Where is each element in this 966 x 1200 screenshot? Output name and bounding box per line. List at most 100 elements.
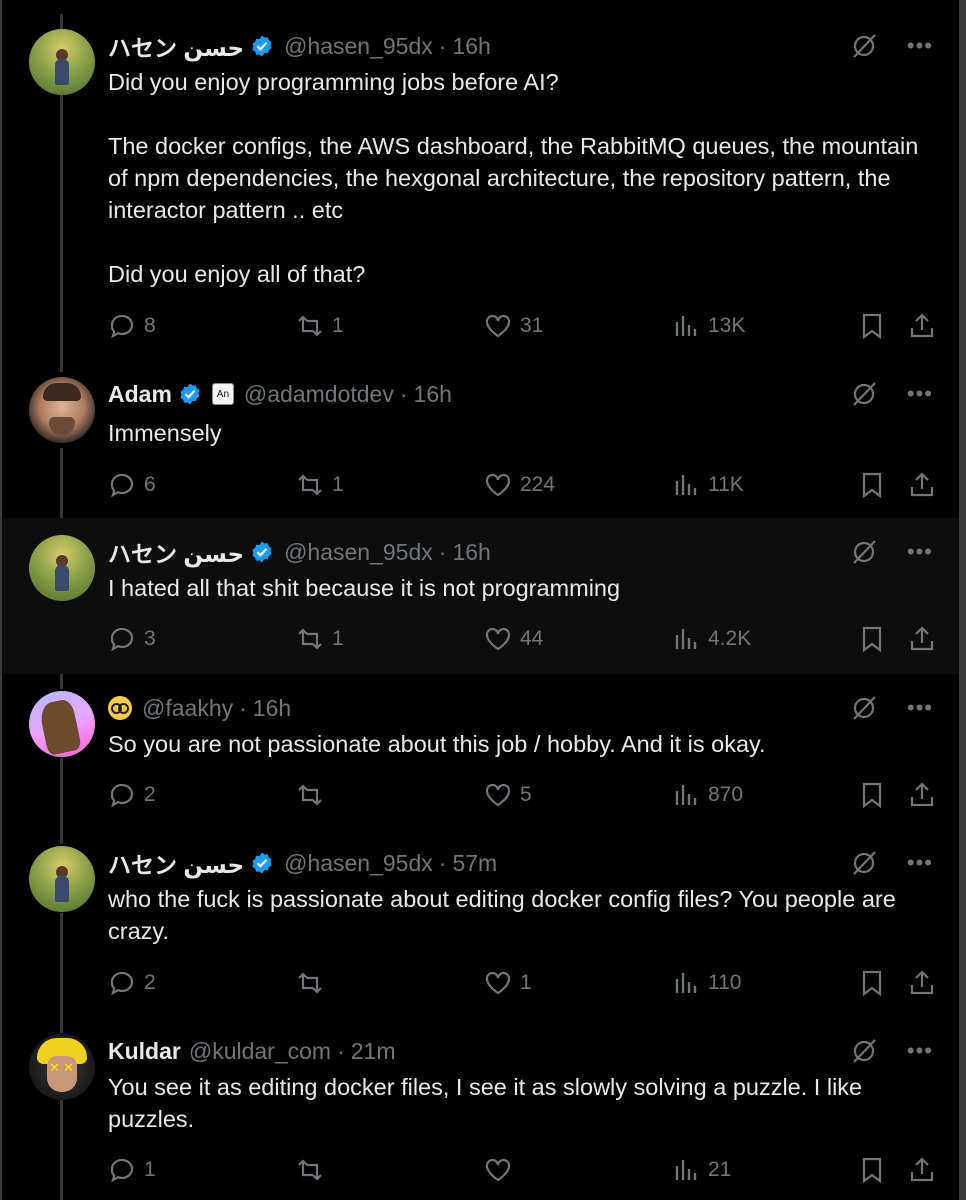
more-icon[interactable]: •••: [907, 383, 933, 405]
like-count: 1: [520, 971, 532, 994]
tweet[interactable]: ✕ ✕ Kuldar @kuldar_com · 21m ••• You see …: [2, 1020, 959, 1200]
repost-button[interactable]: [296, 1155, 332, 1185]
like-button[interactable]: [484, 1155, 520, 1185]
repost-button[interactable]: [296, 780, 332, 810]
bookmark-button[interactable]: [858, 311, 886, 341]
views-button[interactable]: 4.2K: [672, 624, 751, 654]
repost-count: 1: [332, 473, 344, 496]
handle[interactable]: @hasen_95dx: [284, 850, 433, 877]
tweet[interactable]: ハセン حسن @hasen_95dx · 16h ••• I hated al…: [2, 518, 959, 674]
views-button[interactable]: 13K: [672, 311, 745, 341]
grok-icon[interactable]: [849, 1036, 879, 1066]
grok-icon[interactable]: [849, 693, 879, 723]
tweet-text: Immensely: [108, 420, 222, 446]
share-icon: [910, 313, 934, 338]
share-button[interactable]: [908, 968, 936, 998]
reply-icon: [110, 627, 134, 652]
reply-button[interactable]: 1: [108, 1155, 156, 1185]
avatar[interactable]: ✕ ✕: [29, 1034, 95, 1100]
display-name[interactable]: Kuldar: [108, 1038, 181, 1065]
more-icon[interactable]: •••: [907, 852, 933, 874]
repost-button[interactable]: [296, 968, 332, 998]
grok-icon[interactable]: [849, 31, 879, 61]
tweet-top-actions: •••: [849, 31, 933, 61]
views-icon: [675, 475, 697, 495]
display-name[interactable]: Adam: [108, 381, 172, 408]
repost-icon: [298, 784, 322, 806]
bookmark-button[interactable]: [858, 780, 886, 810]
reply-button[interactable]: 6: [108, 470, 156, 500]
view-count: 11K: [708, 473, 744, 496]
avatar[interactable]: [29, 535, 95, 601]
timestamp[interactable]: 16h: [452, 33, 490, 60]
more-icon[interactable]: •••: [907, 35, 933, 57]
reply-button[interactable]: 8: [108, 311, 156, 341]
avatar[interactable]: [29, 29, 95, 95]
like-icon: [485, 971, 511, 995]
bookmark-button[interactable]: [858, 624, 886, 654]
reply-button[interactable]: 3: [108, 624, 156, 654]
repost-button[interactable]: 1: [296, 311, 344, 341]
display-name[interactable]: ハセン حسن: [108, 29, 244, 63]
verified-icon: [250, 34, 274, 58]
reply-count: 3: [144, 627, 156, 650]
timestamp[interactable]: 16h: [452, 539, 490, 566]
tweet-actions: 6 1 224 11K: [108, 470, 938, 500]
grok-icon[interactable]: [849, 379, 879, 409]
share-button[interactable]: [908, 311, 936, 341]
grok-icon[interactable]: [849, 537, 879, 567]
share-button[interactable]: [908, 1155, 936, 1185]
affiliation-badge[interactable]: An: [211, 383, 234, 405]
bookmark-button[interactable]: [858, 1155, 886, 1185]
avatar[interactable]: [29, 691, 95, 757]
views-button[interactable]: 110: [672, 968, 741, 998]
like-button[interactable]: 1: [484, 968, 532, 998]
handle[interactable]: @hasen_95dx: [284, 33, 433, 60]
avatar[interactable]: [29, 377, 95, 443]
bookmark-button[interactable]: [858, 470, 886, 500]
like-count: 5: [520, 783, 532, 806]
reply-button[interactable]: 2: [108, 968, 156, 998]
avatar[interactable]: [29, 846, 95, 912]
share-button[interactable]: [908, 470, 936, 500]
timestamp[interactable]: 57m: [452, 850, 497, 877]
handle[interactable]: @kuldar_com: [189, 1038, 331, 1065]
tweet-header: ハセン حسن @hasen_95dx · 16h: [108, 535, 491, 569]
like-button[interactable]: 224: [484, 470, 555, 500]
repost-button[interactable]: 1: [296, 470, 344, 500]
tweet[interactable]: ハセン حسن @hasen_95dx · 16h ••• Did you en…: [2, 0, 959, 370]
timestamp[interactable]: 16h: [414, 381, 452, 408]
share-button[interactable]: [908, 624, 936, 654]
like-button[interactable]: 44: [484, 624, 543, 654]
tweet-top-actions: •••: [849, 537, 933, 567]
handle[interactable]: @hasen_95dx: [284, 539, 433, 566]
views-button[interactable]: 870: [672, 780, 743, 810]
repost-button[interactable]: 1: [296, 624, 344, 654]
handle[interactable]: @adamdotdev: [244, 381, 394, 408]
display-name[interactable]: ハセン حسن: [108, 846, 244, 880]
tweet-text: I hated all that shit because it is not …: [108, 575, 621, 601]
more-icon[interactable]: •••: [907, 697, 933, 719]
timestamp[interactable]: 16h: [253, 695, 291, 722]
tweet[interactable]: @faakhy · 16h ••• So you are not passion…: [2, 674, 959, 830]
tweet[interactable]: Adam An @adamdotdev · 16h ••• Immensely …: [2, 370, 959, 518]
views-icon: [675, 973, 697, 993]
handle[interactable]: @faakhy: [142, 695, 233, 722]
share-button[interactable]: [908, 780, 936, 810]
view-count: 13K: [708, 314, 746, 337]
like-button[interactable]: 5: [484, 780, 532, 810]
timestamp[interactable]: 21m: [351, 1038, 396, 1065]
like-button[interactable]: 31: [484, 311, 543, 341]
display-name[interactable]: ハセン حسن: [108, 535, 244, 569]
bookmark-button[interactable]: [858, 968, 886, 998]
tweet-text: You see it as editing docker files, I se…: [108, 1074, 869, 1132]
tweet[interactable]: ハセン حسن @hasen_95dx · 57m ••• who the fu…: [2, 830, 959, 1020]
views-button[interactable]: 21: [672, 1155, 731, 1185]
views-button[interactable]: 11K: [672, 470, 744, 500]
share-icon: [910, 472, 934, 497]
reply-button[interactable]: 2: [108, 780, 156, 810]
more-icon[interactable]: •••: [907, 1040, 933, 1062]
grok-icon[interactable]: [849, 848, 879, 878]
share-icon: [910, 626, 934, 651]
more-icon[interactable]: •••: [907, 541, 933, 563]
